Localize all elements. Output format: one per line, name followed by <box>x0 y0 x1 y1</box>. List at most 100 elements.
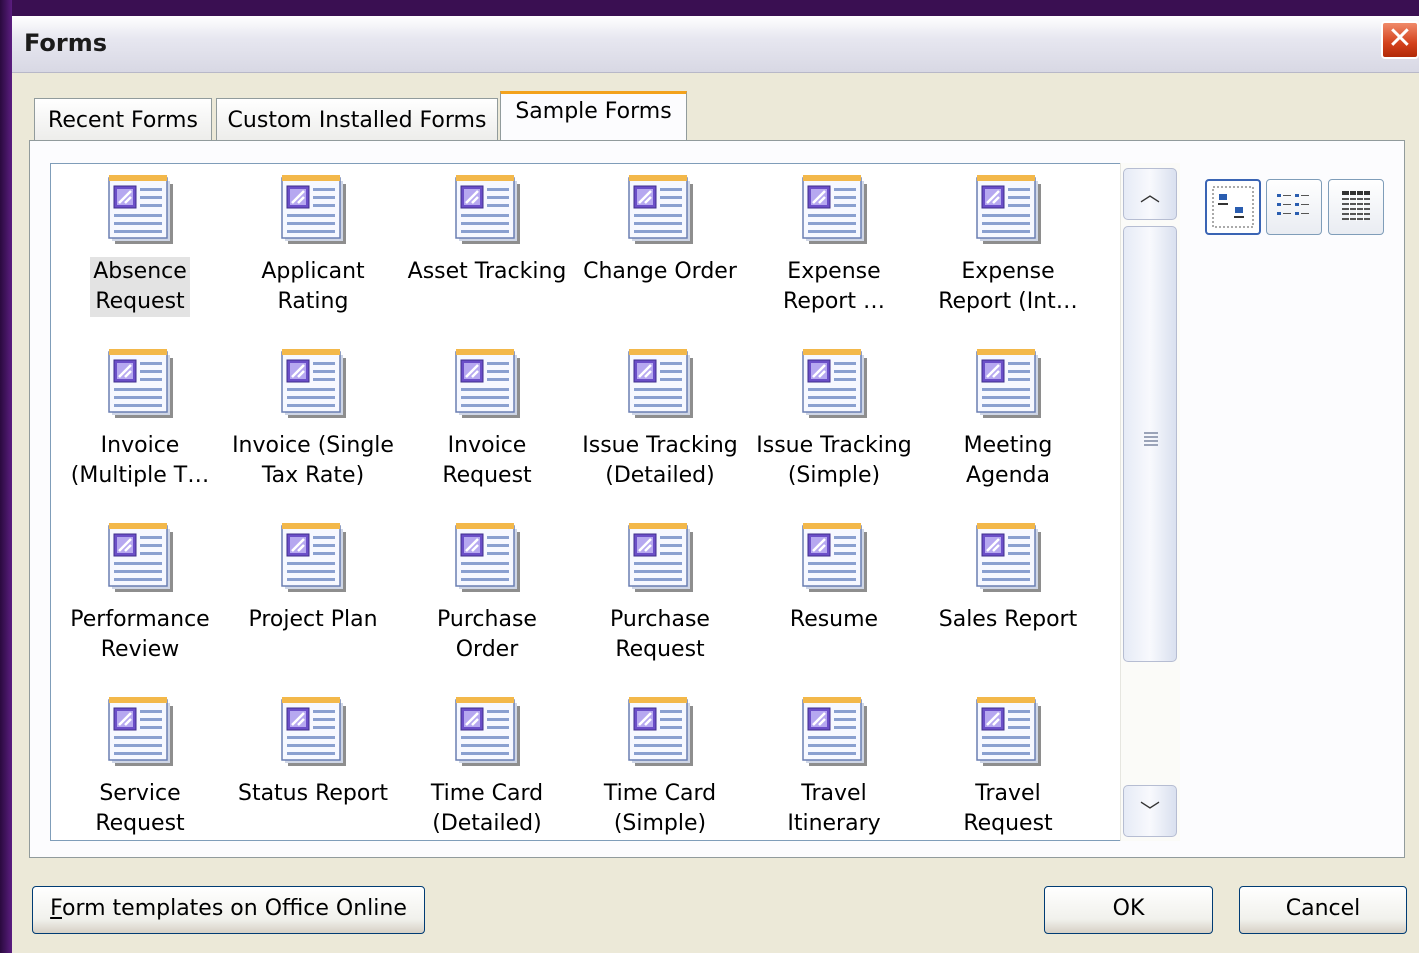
form-item-label: Issue Tracking (Simple) <box>756 433 912 488</box>
tab-label: Recent Forms <box>48 108 198 133</box>
form-item[interactable]: Project Plan <box>227 520 399 635</box>
form-item[interactable]: Issue Tracking (Detailed) <box>574 346 746 491</box>
form-item-label: Change Order <box>583 259 737 284</box>
list-icon <box>1277 194 1309 215</box>
form-item-label: Invoice (Single Tax Rate) <box>232 433 394 488</box>
view-details-button[interactable] <box>1328 179 1384 235</box>
form-template-icon <box>455 175 520 244</box>
form-item[interactable]: Status Report <box>227 694 399 809</box>
form-item[interactable]: Invoice Request <box>401 346 573 491</box>
form-item-label: Travel Request <box>963 781 1053 836</box>
forms-list[interactable]: Absence Request Applicant Rating Asset Tra… <box>50 163 1180 841</box>
form-item-label: Expense Report … <box>783 259 885 314</box>
desktop-background <box>0 0 12 953</box>
form-template-icon <box>802 175 867 244</box>
close-icon: ✕ <box>1387 21 1413 56</box>
form-item[interactable]: Performance Review <box>54 520 226 665</box>
form-item-label: Status Report <box>237 781 389 806</box>
form-template-icon <box>802 523 867 592</box>
form-item[interactable]: Issue Tracking (Simple) <box>748 346 920 491</box>
form-template-icon <box>628 523 693 592</box>
details-icon <box>1342 191 1370 221</box>
form-template-icon <box>281 697 346 766</box>
form-template-icon <box>455 523 520 592</box>
view-large-icons-button[interactable] <box>1205 179 1261 235</box>
mnemonic-letter: F <box>50 896 62 921</box>
form-item-label: Time Card (Detailed) <box>430 781 544 836</box>
form-item[interactable]: Applicant Rating <box>227 172 399 317</box>
chevron-down-icon: ﹀ <box>1140 799 1160 823</box>
form-template-icon <box>455 349 520 418</box>
form-item-label: Service Request <box>95 781 185 836</box>
form-item-label: Absence Request <box>90 257 190 317</box>
form-item[interactable]: Resume <box>748 520 920 635</box>
large-icons-icon <box>1212 186 1254 228</box>
form-item-label: Purchase Request <box>610 607 710 662</box>
tab-recent-forms[interactable]: Recent Forms <box>34 98 212 142</box>
form-template-icon <box>628 175 693 244</box>
form-item[interactable]: Meeting Agenda <box>922 346 1094 491</box>
form-item-label: Asset Tracking <box>407 259 567 284</box>
scroll-thumb[interactable] <box>1123 226 1177 662</box>
view-list-button[interactable] <box>1266 179 1322 235</box>
form-item[interactable]: Invoice (Single Tax Rate) <box>227 346 399 491</box>
window-title: Forms <box>24 29 108 57</box>
cancel-button[interactable]: Cancel <box>1239 886 1407 934</box>
form-item[interactable]: Purchase Request <box>574 520 746 665</box>
form-item[interactable]: Change Order <box>574 172 746 287</box>
form-template-icon <box>628 697 693 766</box>
tab-label: Sample Forms <box>515 99 672 124</box>
form-item-label: Time Card (Simple) <box>603 781 717 836</box>
form-item-label: Applicant Rating <box>261 259 365 314</box>
tab-label: Custom Installed Forms <box>227 108 487 133</box>
form-template-icon <box>802 697 867 766</box>
form-template-icon <box>802 349 867 418</box>
form-item-label: Travel Itinerary <box>787 781 881 836</box>
form-template-icon <box>108 697 173 766</box>
form-item[interactable]: Travel Itinerary <box>748 694 920 839</box>
form-item-label: Meeting Agenda <box>963 433 1053 488</box>
form-template-icon <box>455 697 520 766</box>
form-template-icon <box>281 523 346 592</box>
form-item[interactable]: Sales Report <box>922 520 1094 635</box>
form-item[interactable]: Time Card (Simple) <box>574 694 746 839</box>
form-item[interactable]: Asset Tracking <box>401 172 573 287</box>
tab-sample-forms[interactable]: Sample Forms <box>500 91 687 143</box>
form-template-icon <box>281 175 346 244</box>
form-item[interactable]: Expense Report … <box>748 172 920 317</box>
form-template-icon <box>976 175 1041 244</box>
form-template-icon <box>976 349 1041 418</box>
form-item[interactable]: Absence Request <box>54 172 226 317</box>
form-template-icon <box>628 349 693 418</box>
button-label: orm templates on Office Online <box>61 896 407 921</box>
vertical-scrollbar[interactable]: ︿ ﹀ <box>1120 163 1180 841</box>
title-bar[interactable]: Forms ✕ <box>12 16 1419 73</box>
form-item-label: Invoice Request <box>442 433 532 488</box>
form-template-icon <box>976 697 1041 766</box>
ok-button[interactable]: OK <box>1044 886 1213 934</box>
form-item[interactable]: Expense Report (Int… <box>922 172 1094 317</box>
form-item-label: Project Plan <box>248 607 378 632</box>
form-item-label: Purchase Order <box>437 607 537 662</box>
form-template-icon <box>281 349 346 418</box>
form-item[interactable]: Invoice (Multiple T… <box>54 346 226 491</box>
form-templates-online-button[interactable]: Form templates on Office Online <box>32 886 425 934</box>
close-button[interactable]: ✕ <box>1381 21 1419 59</box>
form-item-label: Invoice (Multiple T… <box>70 433 210 488</box>
form-item-label: Performance Review <box>70 607 210 662</box>
form-item[interactable]: Travel Request <box>922 694 1094 839</box>
scroll-up-button[interactable]: ︿ <box>1123 168 1177 220</box>
form-template-icon <box>108 175 173 244</box>
form-item[interactable]: Purchase Order <box>401 520 573 665</box>
form-item-label: Sales Report <box>938 607 1078 632</box>
scroll-down-button[interactable]: ﹀ <box>1123 785 1177 837</box>
form-item[interactable]: Service Request <box>54 694 226 839</box>
form-template-icon <box>108 349 173 418</box>
form-item-label: Issue Tracking (Detailed) <box>582 433 738 488</box>
button-label: Cancel <box>1285 896 1361 921</box>
form-template-icon <box>108 523 173 592</box>
tab-custom-installed-forms[interactable]: Custom Installed Forms <box>216 98 498 142</box>
forms-dialog: Forms ✕ Recent Forms Custom Installed Fo… <box>12 16 1419 953</box>
grip-icon <box>1144 432 1158 448</box>
form-item[interactable]: Time Card (Detailed) <box>401 694 573 839</box>
